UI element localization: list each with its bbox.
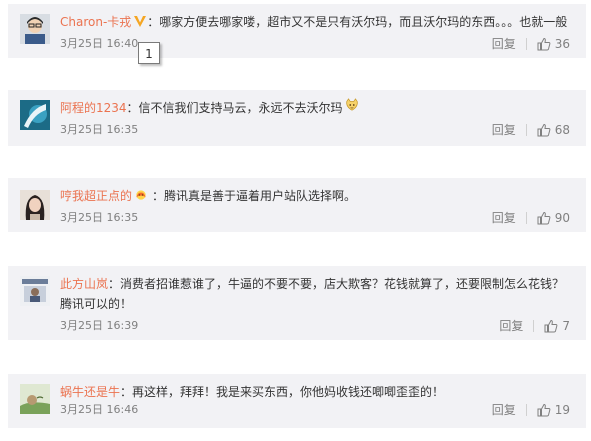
comment-item: 阿程的1234：信不信我们支持马云，永远不去沃尔玛 3月25日 16:35 回复…	[8, 90, 586, 146]
comment-feed: Charon-卡戎 ：哪家方便去哪家喽，超市又不是只有沃尔玛，而且沃尔玛的东西。。…	[0, 0, 591, 441]
comment-actions: 回复 19	[492, 402, 570, 418]
comment-actions: 回复 68	[492, 122, 570, 138]
comment-line: 阿程的1234：信不信我们支持马云，永远不去沃尔玛	[60, 98, 572, 118]
comment-line: 蜗牛还是牛：再这样，拜拜！我是来买东西，你他妈收钱还唧唧歪歪的！	[60, 382, 572, 402]
marker-label: 1	[138, 42, 160, 64]
like-button[interactable]: 90	[537, 210, 570, 226]
comment-line: Charon-卡戎 ：哪家方便去哪家喽，超市又不是只有沃尔玛，而且沃尔玛的东西。。…	[60, 12, 572, 32]
like-count: 68	[554, 123, 570, 137]
avatar[interactable]	[20, 384, 50, 414]
reply-button[interactable]: 回复	[492, 122, 516, 138]
reply-button[interactable]: 回复	[492, 402, 516, 418]
avatar[interactable]	[20, 190, 50, 220]
comment-time: 3月25日 16:39	[60, 319, 139, 332]
thumbs-up-icon	[537, 403, 551, 417]
like-button[interactable]: 7	[544, 318, 570, 334]
avatar-image	[20, 276, 50, 306]
thumbs-up-icon	[537, 37, 551, 51]
comment-text: ：再这样，拜拜！我是来买东西，你他妈收钱还唧唧歪歪的！	[120, 385, 445, 399]
avatar[interactable]	[20, 14, 50, 44]
like-count: 36	[554, 37, 570, 51]
divider	[533, 320, 535, 332]
like-count: 7	[562, 319, 570, 333]
username-link[interactable]: 阿程的1234	[60, 101, 127, 115]
thumbs-up-icon	[537, 123, 551, 137]
reply-button[interactable]: 回复	[492, 36, 516, 52]
reply-button[interactable]: 回复	[492, 210, 516, 226]
like-button[interactable]: 68	[537, 122, 570, 138]
avatar-image	[20, 14, 50, 44]
comment-item: 哼我超正点的 ：腾讯真是善于逼着用户站队选择啊。 3月25日 16:35 回复 9…	[8, 178, 586, 232]
like-count: 90	[554, 211, 570, 225]
comment-text: ：哪家方便去哪家喽，超市又不是只有沃尔玛，而且沃尔玛的东西。。。也就一般	[147, 15, 568, 29]
comment-time: 3月25日 16:35	[60, 211, 139, 224]
username-link[interactable]: Charon-卡戎	[60, 15, 131, 29]
avatar[interactable]	[20, 100, 50, 130]
username-link[interactable]: 此方山岚	[60, 277, 108, 291]
username-link[interactable]: 蜗牛还是牛	[60, 385, 120, 399]
reply-button[interactable]: 回复	[499, 318, 523, 334]
thumbs-up-icon	[544, 319, 558, 333]
comment-line: 哼我超正点的 ：腾讯真是善于逼着用户站队选择啊。	[60, 186, 572, 206]
avatar-image	[20, 100, 50, 130]
thumbs-up-icon	[537, 211, 551, 225]
flame-badge-icon	[134, 188, 152, 202]
comment-time: 3月25日 16:46	[60, 403, 139, 416]
comment-line: 此方山岚：消费者招谁惹谁了，牛逼的不要不要，店大欺客？花钱就算了，还要限制怎么花…	[60, 274, 572, 314]
divider	[525, 212, 527, 224]
comment-actions: 回复 7	[499, 318, 570, 334]
avatar-image	[20, 190, 50, 220]
comment-item: Charon-卡戎 ：哪家方便去哪家喽，超市又不是只有沃尔玛，而且沃尔玛的东西。。…	[8, 4, 586, 58]
comment-text: ：信不信我们支持马云，永远不去沃尔玛	[126, 101, 343, 115]
divider	[525, 404, 527, 416]
like-button[interactable]: 36	[537, 36, 570, 52]
avatar-image	[20, 384, 50, 414]
avatar[interactable]	[20, 276, 50, 306]
like-button[interactable]: 19	[537, 402, 570, 418]
divider	[525, 124, 527, 136]
username-link[interactable]: 哼我超正点的	[60, 189, 132, 203]
comment-time: 3月25日 16:35	[60, 123, 139, 136]
comment-item: 蜗牛还是牛：再这样，拜拜！我是来买东西，你他妈收钱还唧唧歪歪的！ 3月25日 1…	[8, 374, 586, 428]
divider	[525, 38, 527, 50]
cat-emoji-icon	[345, 98, 361, 114]
comment-actions: 回复 36	[492, 36, 570, 52]
comment-time: 3月25日 16:40	[60, 37, 139, 50]
like-count: 19	[554, 403, 570, 417]
comment-item: 此方山岚：消费者招谁惹谁了，牛逼的不要不要，店大欺客？花钱就算了，还要限制怎么花…	[8, 266, 586, 340]
comment-text: ：消费者招谁惹谁了，牛逼的不要不要，店大欺客？花钱就算了，还要限制怎么花钱？腾讯…	[60, 277, 565, 311]
comment-text: ：腾讯真是善于逼着用户站队选择啊。	[152, 189, 357, 203]
v-verified-icon	[133, 14, 147, 28]
comment-actions: 回复 90	[492, 210, 570, 226]
